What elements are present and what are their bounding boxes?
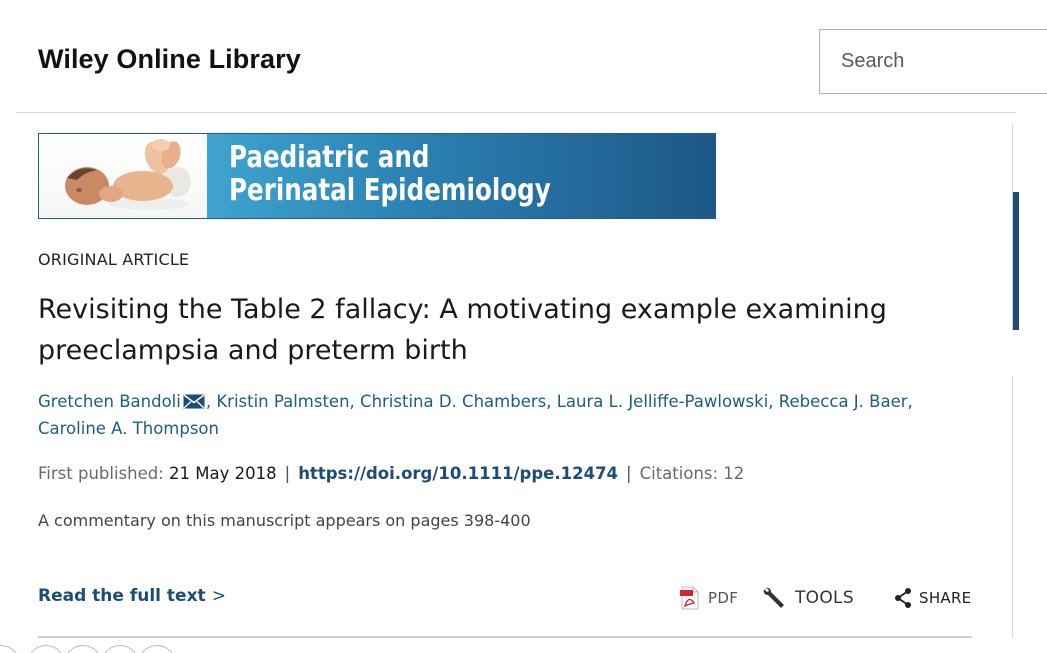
- author-link[interactable]: Christina D. Chambers: [360, 392, 546, 411]
- share-button[interactable]: SHARE: [893, 584, 971, 612]
- info-separator: |: [284, 464, 291, 483]
- first-published-label: First published:: [38, 464, 164, 483]
- tools-label: TOOLS: [795, 588, 854, 608]
- share-label: SHARE: [919, 589, 972, 607]
- wrench-icon: [763, 587, 784, 608]
- envelope-icon[interactable]: [183, 394, 205, 409]
- sidebar-accent: [1013, 192, 1019, 330]
- circle-button[interactable]: [64, 645, 102, 653]
- share-icon: [895, 588, 911, 608]
- baby-image: [39, 134, 207, 218]
- circle-button[interactable]: [138, 645, 176, 653]
- author-list: Gretchen Bandoli, Kristin Palmsten, Chri…: [38, 388, 998, 442]
- journal-banner[interactable]: Paediatric and Perinatal Epidemiology: [38, 133, 716, 219]
- search-input[interactable]: [819, 29, 1047, 94]
- doi-link[interactable]: https://doi.org/10.1111/ppe.12474: [298, 464, 618, 483]
- publication-info: First published: 21 May 2018 | https://doi…: [38, 464, 744, 483]
- citations-count[interactable]: Citations: 12: [640, 464, 745, 483]
- circle-button[interactable]: [27, 645, 65, 653]
- author-link[interactable]: Laura L. Jelliffe-Pawlowski: [557, 392, 769, 411]
- chevron-right-icon: >: [211, 586, 226, 606]
- circle-button[interactable]: [101, 645, 139, 653]
- info-separator: |: [626, 464, 632, 483]
- circle-button[interactable]: [0, 645, 20, 653]
- action-divider: [38, 636, 972, 638]
- journal-title-line2: Perinatal Epidemiology: [229, 173, 551, 208]
- author-link[interactable]: Gretchen Bandoli: [38, 392, 181, 411]
- article-title: Revisiting the Table 2 fallacy: A motiva…: [38, 294, 887, 366]
- pdf-icon: [680, 586, 699, 610]
- author-separator: ,: [205, 392, 217, 411]
- author-separator: ,: [768, 392, 779, 411]
- author-link[interactable]: Kristin Palmsten: [216, 392, 349, 411]
- author-separator: ,: [907, 392, 913, 411]
- article-type: ORIGINAL ARTICLE: [38, 250, 190, 269]
- journal-title-line1: Paediatric and: [229, 140, 430, 175]
- pdf-label: PDF: [708, 589, 739, 607]
- author-separator: ,: [349, 392, 361, 411]
- author-separator: ,: [546, 392, 557, 411]
- first-published-date: 21 May 2018: [169, 464, 277, 483]
- tools-button[interactable]: TOOLS: [762, 584, 854, 612]
- pdf-button[interactable]: PDF: [679, 584, 738, 612]
- sidebar-panel-secondary: [1012, 376, 1047, 638]
- header-divider: [16, 112, 1016, 113]
- author-link[interactable]: Caroline A. Thompson: [38, 419, 219, 438]
- sidebar-panel: [1012, 124, 1047, 330]
- author-link[interactable]: Rebecca J. Baer: [779, 392, 908, 411]
- read-full-text-label: Read the full text: [38, 586, 206, 606]
- site-logo[interactable]: Wiley Online Library: [38, 44, 301, 75]
- read-full-text-link[interactable]: Read the full text >: [38, 586, 226, 606]
- commentary-note: A commentary on this manuscript appears …: [38, 511, 531, 530]
